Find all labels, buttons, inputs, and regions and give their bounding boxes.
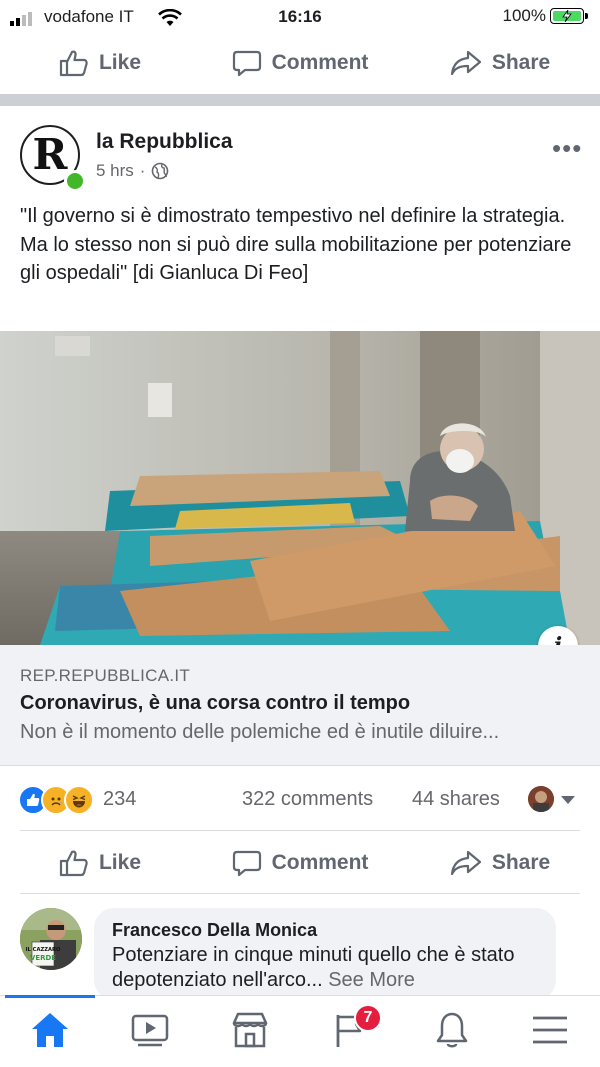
post-text: "Il governo si è dimostrato tempestivo n…	[20, 205, 572, 284]
avatar-sign-line1: IL CAZZARO	[26, 947, 61, 953]
share-icon	[450, 850, 481, 876]
comment-button[interactable]: Comment	[200, 32, 400, 94]
like-button[interactable]: Like	[0, 832, 200, 894]
battery-percent: 100%	[502, 6, 546, 25]
share-button[interactable]: Share	[400, 832, 600, 894]
link-description: Non è il momento delle polemiche ed è in…	[20, 721, 500, 743]
avatar-sign-line2: VERDE	[30, 954, 56, 962]
share-label: Share	[491, 51, 551, 74]
feed-divider	[0, 94, 600, 106]
post-time[interactable]: 5 hrs	[96, 161, 134, 181]
reactions-summary[interactable]	[18, 785, 94, 815]
viewer-avatar[interactable]	[528, 786, 554, 812]
marketplace-icon[interactable]	[230, 1010, 270, 1050]
comments-count[interactable]: 322 comments	[242, 788, 373, 811]
watch-icon[interactable]	[130, 1010, 170, 1050]
like-button[interactable]: Like	[0, 32, 200, 94]
thumbs-up-icon	[59, 850, 88, 877]
reaction-count[interactable]: 234	[103, 788, 136, 811]
like-label: Like	[98, 851, 142, 874]
bottom-tab-bar	[0, 995, 600, 1067]
thumbs-up-icon	[59, 50, 88, 77]
comment-label: Comment	[271, 851, 369, 874]
comment-button[interactable]: Comment	[200, 832, 400, 894]
comment-text: Potenziare in cinque minuti quello che è…	[112, 943, 532, 993]
share-label: Share	[491, 851, 551, 874]
more-options-icon[interactable]: •••	[552, 133, 582, 164]
comment-icon	[232, 50, 261, 77]
share-button[interactable]: Share	[400, 32, 600, 94]
home-icon[interactable]	[30, 1010, 70, 1050]
status-bar: vodafone IT 16:16 100%	[0, 0, 600, 34]
like-label: Like	[98, 51, 142, 74]
link-preview-image[interactable]	[0, 331, 600, 645]
comment-icon	[232, 850, 261, 877]
chevron-down-icon[interactable]	[561, 796, 575, 804]
post-actions: Like Comment Share	[0, 832, 600, 894]
previous-post-actions: Like Comment Share	[0, 32, 600, 94]
menu-icon[interactable]	[530, 1010, 570, 1050]
notifications-bell-icon[interactable]	[432, 1010, 472, 1050]
see-more-link[interactable]: See More	[328, 969, 415, 991]
link-domain: REP.REPUBBLICA.IT	[20, 666, 191, 685]
comment-label: Comment	[271, 51, 369, 74]
battery-indicator: 100%	[502, 6, 588, 26]
page-name[interactable]: la Repubblica	[96, 130, 233, 154]
meta-separator: ·	[139, 161, 146, 180]
battery-icon	[550, 8, 588, 24]
comment-body: Potenziare in cinque minuti quello che è…	[112, 944, 515, 991]
comment-author[interactable]: Francesco Della Monica	[112, 920, 317, 941]
shares-count[interactable]: 44 shares	[412, 788, 500, 811]
notification-badge: 7	[354, 1004, 382, 1032]
haha-reaction-icon	[64, 785, 94, 815]
commenter-avatar[interactable]: IL CAZZARO VERDE	[20, 908, 82, 970]
link-title[interactable]: Coronavirus, è una corsa contro il tempo	[20, 692, 410, 715]
online-status-dot	[64, 170, 86, 192]
repubblica-logo: R	[32, 129, 68, 179]
post-meta: 5 hrs ·	[96, 161, 169, 181]
divider	[20, 893, 580, 894]
share-icon	[450, 50, 481, 76]
globe-icon	[152, 162, 169, 180]
divider	[20, 830, 580, 831]
active-tab-indicator	[5, 995, 95, 998]
